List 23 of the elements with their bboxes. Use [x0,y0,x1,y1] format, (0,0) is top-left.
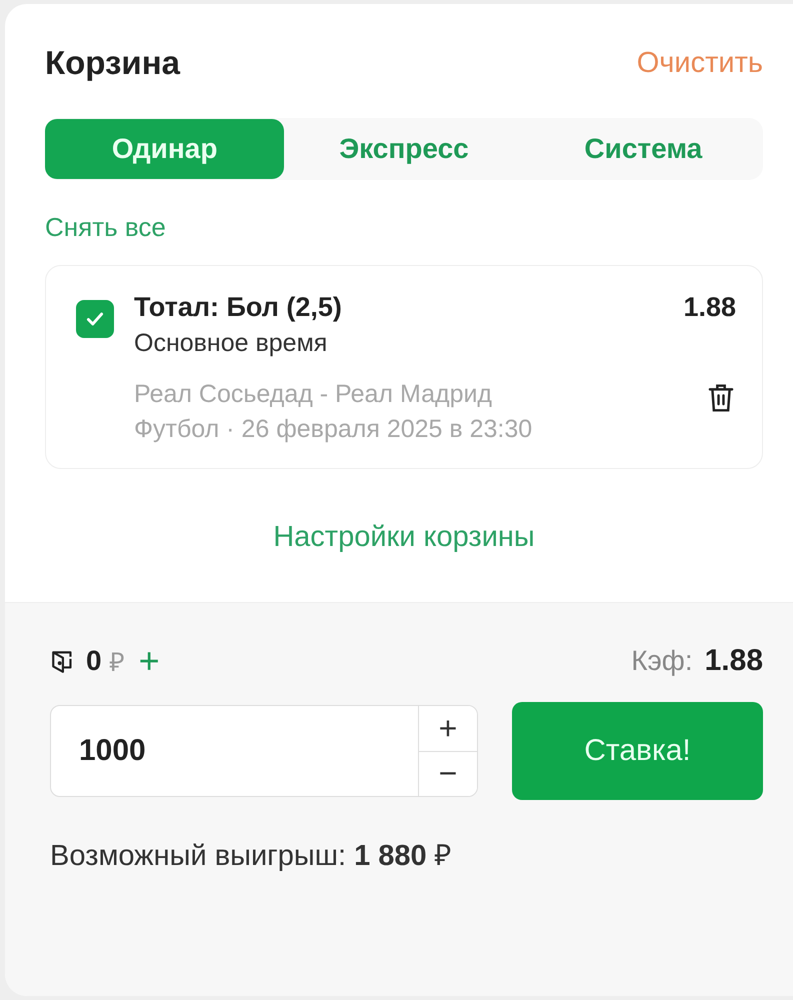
period-label: Основное время [134,329,328,358]
trash-icon[interactable] [706,382,736,414]
possible-win: Возможный выигрыш: 1 880 ₽ [50,839,453,873]
odds-value: 1.88 [683,292,736,323]
bet-type-tab[interactable]: Система [524,119,763,179]
currency-sign: ₽ [110,646,125,679]
cart-settings-link[interactable]: Настройки корзины [273,521,535,553]
coef-value: 1.88 [704,644,763,678]
bet-type-tab[interactable]: Одинар [45,119,284,179]
coef-label: Кэф: [631,645,693,677]
add-funds-button[interactable]: + [132,643,166,679]
clear-link[interactable]: Очистить [636,46,763,80]
place-bet-button[interactable]: Ставка! [512,702,763,800]
stake-field[interactable]: 1000 + − [50,705,478,797]
event-details: Футбол · 26 февраля 2025 в 23:30 [134,415,532,444]
match-name: Реал Сосьедад - Реал Мадрид [134,380,494,409]
cart-title: Корзина [45,44,180,82]
bet-type-tab[interactable]: Экспресс [284,119,524,179]
deselect-all-link[interactable]: Снять все [45,212,763,243]
balance-amount: 0 [86,645,102,677]
checkbox[interactable] [76,300,114,338]
decrease-button[interactable]: − [419,750,477,796]
market-name: Тотал: Бол (2,5) [134,292,342,323]
